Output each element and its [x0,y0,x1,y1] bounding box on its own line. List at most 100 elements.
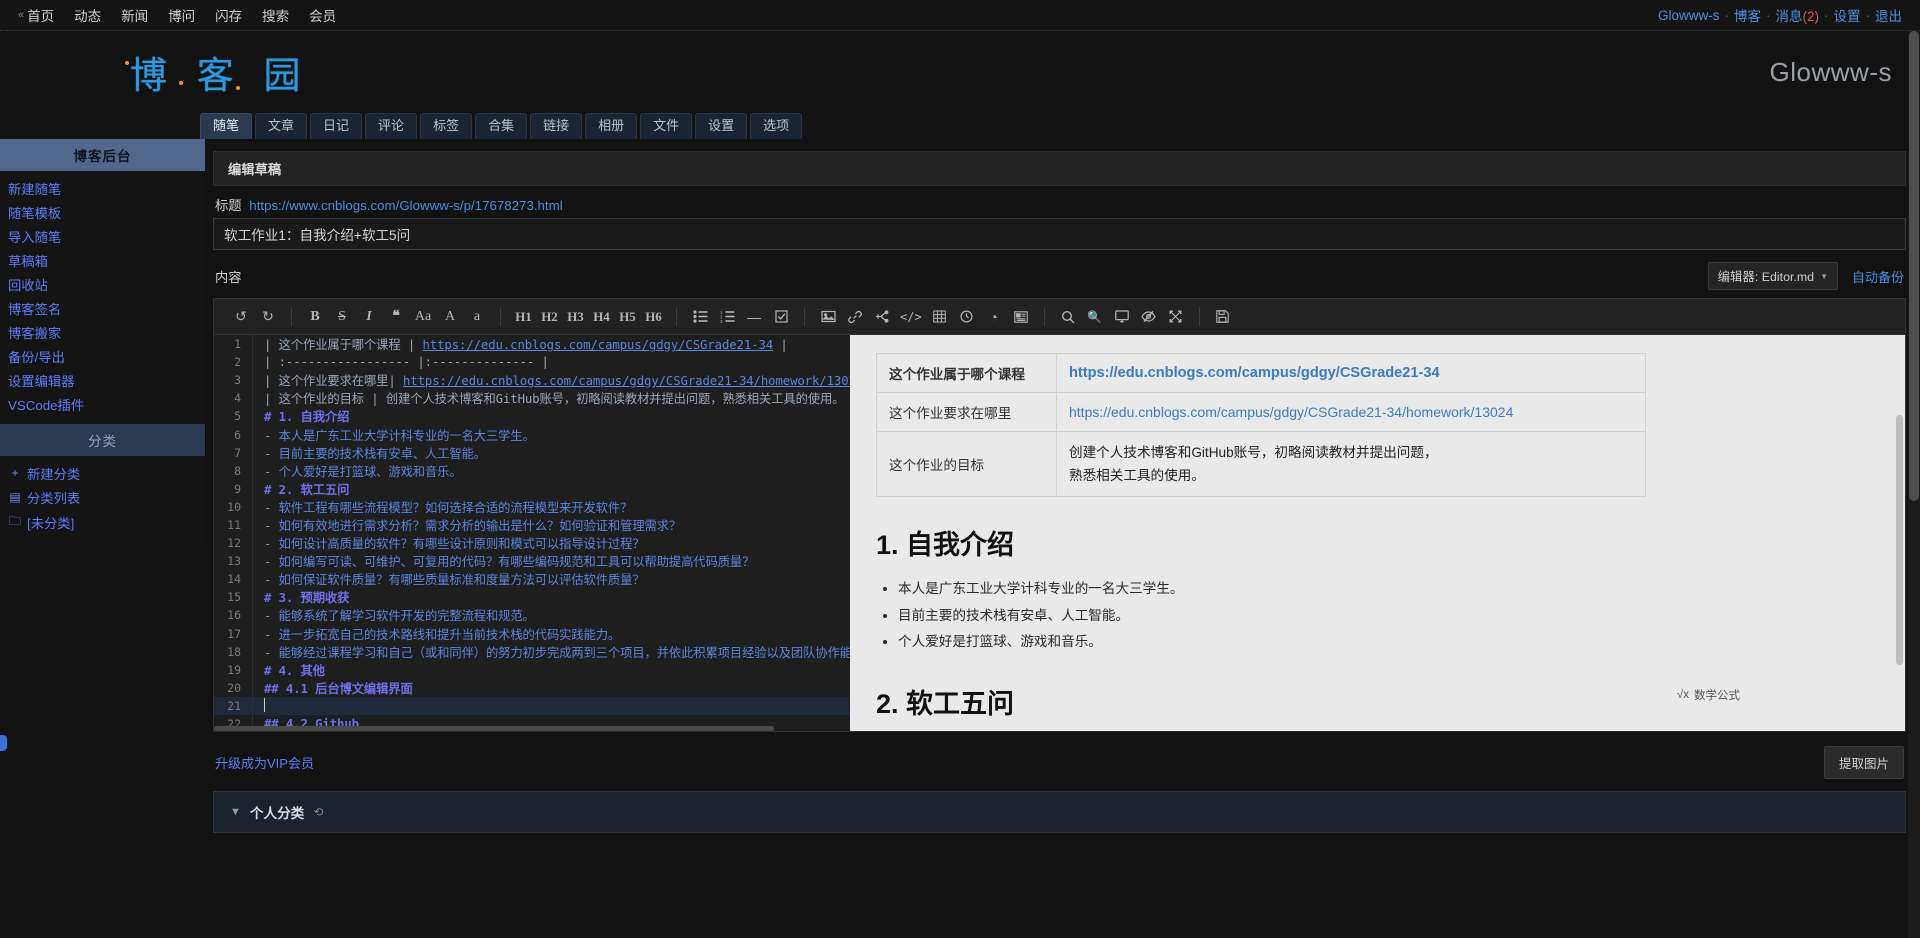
code-line[interactable]: 1 | 这个作业属于哪个课程 | https://edu.cnblogs.com/… [214,335,850,354]
code-line[interactable]: 10 - 软件工程有哪些流程模型？如何选择合适的流程模型来开发软件？ [214,497,850,516]
nav-ing[interactable]: 闪存 [215,5,242,25]
user-settings-link[interactable]: 设置 [1834,5,1861,25]
code-line[interactable]: 15 # 3. 预期收获 [214,588,850,607]
post-title-input[interactable] [213,218,1906,250]
strikethrough-icon[interactable]: S [329,304,355,330]
code-line[interactable]: 8 - 个人爱好是打篮球、游戏和音乐。 [214,461,850,480]
preview-scrollbar[interactable] [1896,415,1903,665]
code-line[interactable]: 14 - 如何保证软件质量？有哪些质量标准和度量方法可以评估软件质量？ [214,570,850,589]
save-icon[interactable] [1210,304,1236,330]
sidebar-item-backup-export[interactable]: 备份/导出 [0,344,205,368]
nav-news[interactable]: 新闻 [121,5,148,25]
quote-icon[interactable]: ❝ [383,304,409,330]
nav-feed[interactable]: 动态 [74,5,101,25]
watch-off-eye-icon[interactable] [1136,304,1162,330]
search-icon[interactable] [1055,304,1081,330]
chevron-down-icon[interactable]: ▼ [230,806,241,818]
editor-select-dropdown[interactable]: 编辑器: Editor.md ▼ [1707,262,1838,290]
font-size-icon[interactable]: Aa [410,304,436,330]
uppercase-icon[interactable]: A [437,304,463,330]
checkbox-icon[interactable] [768,304,794,330]
tab-articles[interactable]: 文章 [255,113,308,139]
horizontal-scrollbar[interactable] [214,726,774,731]
code-line[interactable]: 6 - 本人是广东工业大学计科专业的一名大三学生。 [214,425,850,444]
sidebar-item-category-list[interactable]: ▤ 分类列表 [0,485,205,509]
heading-3-icon[interactable]: H3 [563,304,588,330]
code-segment[interactable]: https://edu.cnblogs.com/campus/gdgy/CSGr… [423,338,774,352]
code-line[interactable]: 12 - 如何设计高质量的软件？有哪些设计原则和模式可以指导设计过程？ [214,534,850,553]
heading-6-icon[interactable]: H6 [641,304,666,330]
fullscreen-icon[interactable] [1163,304,1189,330]
tab-tags[interactable]: 标签 [420,113,473,139]
tab-essays[interactable]: 随笔 [200,113,253,139]
sidebar-item-blog-signature[interactable]: 博客签名 [0,296,205,320]
user-blog-link[interactable]: 博客 [1734,5,1761,25]
sidebar-item-drafts[interactable]: 草稿箱 [0,248,205,272]
tab-albums[interactable]: 相册 [585,113,638,139]
user-messages-link[interactable]: 消息(2) [1776,5,1820,25]
ordered-list-icon[interactable]: 123 [714,304,740,330]
anchor-reference-icon[interactable] [869,304,895,330]
code-line[interactable]: 20 ## 4.1 后台博文编辑界面 [214,678,850,697]
homework-link[interactable]: https://edu.cnblogs.com/campus/gdgy/CSGr… [1069,404,1513,420]
preview-monitor-icon[interactable] [1109,304,1135,330]
sidebar-item-blog-migration[interactable]: 博客搬家 [0,320,205,344]
page-break-icon[interactable] [1008,304,1034,330]
horizontal-rule-icon[interactable]: — [741,304,767,330]
sidebar-item-uncategorized[interactable]: 🗀 [未分类] [0,509,205,535]
tab-collections[interactable]: 合集 [475,113,528,139]
tab-diary[interactable]: 日记 [310,113,363,139]
code-line[interactable]: 21 [214,696,850,715]
terminal-icon[interactable]: 🔍 [1082,304,1108,330]
refresh-icon[interactable]: ⟲ [313,805,323,819]
tab-comments[interactable]: 评论 [365,113,418,139]
code-line[interactable]: 16 - 能够系统了解学习软件开发的完整流程和规范。 [214,606,850,625]
nav-home[interactable]: 首页 [27,5,54,25]
heading-1-icon[interactable]: H1 [511,304,536,330]
nav-home-wrapper[interactable]: « 首页 [18,5,54,25]
code-line[interactable]: 5 # 1. 自我介绍 [214,407,850,426]
course-link[interactable]: https://edu.cnblogs.com/campus/gdgy/CSGr… [1069,365,1440,381]
extract-images-button[interactable]: 提取图片 [1823,746,1904,779]
cnblogs-logo[interactable]: 博 客 园 [125,45,310,99]
sidebar-item-new-essay[interactable]: 新建随笔 [0,176,205,200]
tab-settings[interactable]: 设置 [695,113,748,139]
code-line[interactable]: 4 | 这个作业的目标 | 创建个人技术博客和GitHub账号，初略阅读教材并提出… [214,389,850,408]
code-line[interactable]: 19 # 4. 其他 [214,660,850,679]
markdown-source-pane[interactable]: 1 | 这个作业属于哪个课程 | https://edu.cnblogs.com/… [214,335,850,731]
tab-links[interactable]: 链接 [530,113,583,139]
nav-member[interactable]: 会员 [309,5,336,25]
vip-upgrade-link[interactable]: 升级成为VIP会员 [215,753,314,772]
code-line[interactable]: 9 # 2. 软工五问 [214,479,850,498]
window-scrollbar-thumb[interactable] [1909,31,1919,501]
user-logout-link[interactable]: 退出 [1875,5,1902,25]
code-line[interactable]: 17 - 进一步拓宽自己的技术路线和提升当前技术栈的代码实践能力。 [214,624,850,643]
sidebar-item-essay-template[interactable]: 随笔模板 [0,200,205,224]
heading-2-icon[interactable]: H2 [537,304,562,330]
nav-search[interactable]: 搜索 [262,5,289,25]
math-formula-badge[interactable]: √x 数学公式 [1677,687,1740,703]
table-icon[interactable] [927,304,953,330]
user-name-link[interactable]: Glowww-s [1658,8,1720,23]
sidebar-item-new-category[interactable]: + 新建分类 [0,461,205,485]
code-line[interactable]: 2 | :----------------- |:-------------- | [214,353,850,372]
italic-icon[interactable]: I [356,304,382,330]
code-segment[interactable]: https://edu.cnblogs.com/campus/gdgy/CSGr… [403,374,850,388]
nav-q[interactable]: 博问 [168,5,195,25]
undo-icon[interactable]: ↺ [228,304,254,330]
sidebar-item-vscode-plugin[interactable]: VSCode插件 [0,392,205,416]
datetime-clock-icon[interactable] [954,304,980,330]
code-line[interactable]: 13 - 如何编写可读、可维护、可复用的代码？有哪些编码规范和工具可以帮助提高代码… [214,552,850,571]
sidebar-item-import-essay[interactable]: 导入随笔 [0,224,205,248]
left-edge-handle[interactable] [0,735,7,751]
unordered-list-icon[interactable] [687,304,713,330]
sidebar-item-editor-settings[interactable]: 设置编辑器 [0,368,205,392]
code-icon[interactable]: </> [896,304,926,330]
heading-5-icon[interactable]: H5 [615,304,640,330]
tab-options[interactable]: 选项 [750,113,803,139]
auto-backup-link[interactable]: 自动备份 [1852,267,1904,286]
code-line[interactable]: 7 - 目前主要的技术栈有安卓、人工智能。 [214,443,850,462]
code-line[interactable]: 3 | 这个作业要求在哪里| https://edu.cnblogs.com/ca… [214,371,850,390]
bold-icon[interactable]: B [302,304,328,330]
window-scrollbar[interactable] [1908,31,1920,938]
